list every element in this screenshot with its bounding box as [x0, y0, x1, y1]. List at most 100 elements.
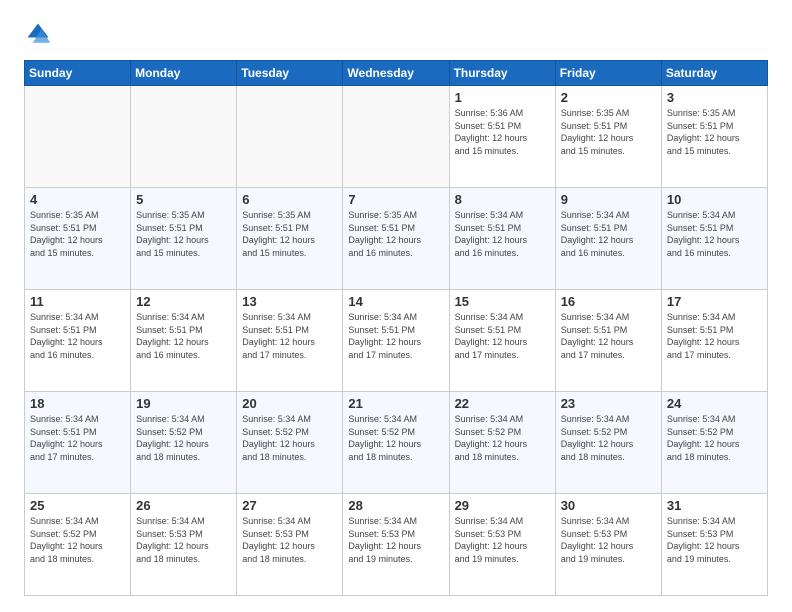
calendar-week-5: 25 Sunrise: 5:34 AMSunset: 5:52 PMDayligh…	[25, 494, 768, 596]
header	[24, 20, 768, 48]
calendar-cell	[237, 86, 343, 188]
day-number: 20	[242, 396, 337, 411]
calendar-cell: 9Sunrise: 5:34 AMSunset: 5:51 PMDaylight…	[555, 188, 661, 290]
calendar-header-row: SundayMondayTuesdayWednesdayThursdayFrid…	[25, 61, 768, 86]
day-number: 4	[30, 192, 125, 207]
day-header-friday: Friday	[555, 61, 661, 86]
day-number: 27	[242, 498, 337, 513]
day-info: Sunrise: 5:34 AMSunset: 5:53 PMDaylight:…	[455, 515, 550, 565]
day-number: 14	[348, 294, 443, 309]
calendar-cell: 10 Sunrise: 5:34 AMSunset: 5:51 PMDayligh…	[661, 188, 767, 290]
day-number: 19	[136, 396, 231, 411]
calendar-cell: 13 Sunrise: 5:34 AMSunset: 5:51 PMDayligh…	[237, 290, 343, 392]
calendar-cell: 3 Sunrise: 5:35 AMSunset: 5:51 PMDaylight…	[661, 86, 767, 188]
day-number: 6	[242, 192, 337, 207]
calendar-cell: 22 Sunrise: 5:34 AMSunset: 5:52 PMDayligh…	[449, 392, 555, 494]
calendar-cell: 28Sunrise: 5:34 AMSunset: 5:53 PMDayligh…	[343, 494, 449, 596]
day-info: Sunrise: 5:34 AMSunset: 5:51 PMDaylight:…	[667, 311, 762, 361]
calendar-cell: 20 Sunrise: 5:34 AMSunset: 5:52 PMDayligh…	[237, 392, 343, 494]
day-number: 1	[455, 90, 550, 105]
day-info: Sunrise: 5:34 AMSunset: 5:52 PMDaylight:…	[348, 413, 443, 463]
day-number: 10	[667, 192, 762, 207]
day-info: Sunrise: 5:34 AMSunset: 5:52 PMDaylight:…	[136, 413, 231, 463]
day-info: Sunrise: 5:34 AMSunset: 5:51 PMDaylight:…	[455, 209, 550, 259]
day-info: Sunrise: 5:34 AMSunset: 5:51 PMDaylight:…	[348, 311, 443, 361]
day-number: 29	[455, 498, 550, 513]
day-number: 3	[667, 90, 762, 105]
day-number: 17	[667, 294, 762, 309]
day-number: 11	[30, 294, 125, 309]
day-number: 13	[242, 294, 337, 309]
calendar-cell	[25, 86, 131, 188]
calendar-cell: 31Sunrise: 5:34 AMSunset: 5:53 PMDayligh…	[661, 494, 767, 596]
calendar-cell: 1 Sunrise: 5:36 AMSunset: 5:51 PMDaylight…	[449, 86, 555, 188]
day-info: Sunrise: 5:35 AMSunset: 5:51 PMDaylight:…	[348, 209, 443, 259]
day-info: Sunrise: 5:34 AMSunset: 5:53 PMDaylight:…	[242, 515, 337, 565]
day-header-thursday: Thursday	[449, 61, 555, 86]
day-number: 30	[561, 498, 656, 513]
day-number: 23	[561, 396, 656, 411]
day-info: Sunrise: 5:35 AMSunset: 5:51 PMDaylight:…	[30, 209, 125, 259]
calendar-cell: 23Sunrise: 5:34 AMSunset: 5:52 PMDayligh…	[555, 392, 661, 494]
day-header-saturday: Saturday	[661, 61, 767, 86]
calendar-cell: 5Sunrise: 5:35 AMSunset: 5:51 PMDaylight…	[131, 188, 237, 290]
day-number: 25	[30, 498, 125, 513]
calendar-cell: 11 Sunrise: 5:34 AMSunset: 5:51 PMDayligh…	[25, 290, 131, 392]
calendar-cell	[343, 86, 449, 188]
calendar-week-4: 18 Sunrise: 5:34 AMSunset: 5:51 PMDayligh…	[25, 392, 768, 494]
day-info: Sunrise: 5:34 AMSunset: 5:51 PMDaylight:…	[455, 311, 550, 361]
calendar-cell: 19 Sunrise: 5:34 AMSunset: 5:52 PMDayligh…	[131, 392, 237, 494]
day-number: 24	[667, 396, 762, 411]
calendar-table: SundayMondayTuesdayWednesdayThursdayFrid…	[24, 60, 768, 596]
day-info: Sunrise: 5:34 AMSunset: 5:52 PMDaylight:…	[242, 413, 337, 463]
day-info: Sunrise: 5:34 AMSunset: 5:51 PMDaylight:…	[136, 311, 231, 361]
day-number: 18	[30, 396, 125, 411]
day-number: 22	[455, 396, 550, 411]
day-info: Sunrise: 5:34 AMSunset: 5:53 PMDaylight:…	[348, 515, 443, 565]
calendar-cell: 6 Sunrise: 5:35 AMSunset: 5:51 PMDaylight…	[237, 188, 343, 290]
day-info: Sunrise: 5:34 AMSunset: 5:51 PMDaylight:…	[561, 311, 656, 361]
calendar-cell: 24Sunrise: 5:34 AMSunset: 5:52 PMDayligh…	[661, 392, 767, 494]
day-info: Sunrise: 5:35 AMSunset: 5:51 PMDaylight:…	[561, 107, 656, 157]
calendar-cell: 16 Sunrise: 5:34 AMSunset: 5:51 PMDayligh…	[555, 290, 661, 392]
day-header-wednesday: Wednesday	[343, 61, 449, 86]
day-number: 9	[561, 192, 656, 207]
calendar-cell: 12 Sunrise: 5:34 AMSunset: 5:51 PMDayligh…	[131, 290, 237, 392]
calendar-cell: 7Sunrise: 5:35 AMSunset: 5:51 PMDaylight…	[343, 188, 449, 290]
page: SundayMondayTuesdayWednesdayThursdayFrid…	[0, 0, 792, 612]
calendar-week-2: 4 Sunrise: 5:35 AMSunset: 5:51 PMDaylight…	[25, 188, 768, 290]
calendar-cell: 14 Sunrise: 5:34 AMSunset: 5:51 PMDayligh…	[343, 290, 449, 392]
day-number: 16	[561, 294, 656, 309]
day-info: Sunrise: 5:34 AMSunset: 5:52 PMDaylight:…	[30, 515, 125, 565]
logo-icon	[24, 20, 52, 48]
day-info: Sunrise: 5:34 AMSunset: 5:51 PMDaylight:…	[242, 311, 337, 361]
calendar-cell: 8Sunrise: 5:34 AMSunset: 5:51 PMDaylight…	[449, 188, 555, 290]
day-info: Sunrise: 5:34 AMSunset: 5:51 PMDaylight:…	[667, 209, 762, 259]
day-number: 12	[136, 294, 231, 309]
calendar-cell: 26 Sunrise: 5:34 AMSunset: 5:53 PMDayligh…	[131, 494, 237, 596]
day-header-monday: Monday	[131, 61, 237, 86]
calendar-cell: 27 Sunrise: 5:34 AMSunset: 5:53 PMDayligh…	[237, 494, 343, 596]
calendar-cell: 17 Sunrise: 5:34 AMSunset: 5:51 PMDayligh…	[661, 290, 767, 392]
calendar-week-3: 11 Sunrise: 5:34 AMSunset: 5:51 PMDayligh…	[25, 290, 768, 392]
calendar-cell: 30 Sunrise: 5:34 AMSunset: 5:53 PMDayligh…	[555, 494, 661, 596]
day-number: 2	[561, 90, 656, 105]
day-info: Sunrise: 5:35 AMSunset: 5:51 PMDaylight:…	[242, 209, 337, 259]
day-info: Sunrise: 5:34 AMSunset: 5:53 PMDaylight:…	[561, 515, 656, 565]
calendar-week-1: 1 Sunrise: 5:36 AMSunset: 5:51 PMDaylight…	[25, 86, 768, 188]
day-info: Sunrise: 5:34 AMSunset: 5:53 PMDaylight:…	[136, 515, 231, 565]
day-info: Sunrise: 5:34 AMSunset: 5:51 PMDaylight:…	[30, 311, 125, 361]
calendar-cell: 15 Sunrise: 5:34 AMSunset: 5:51 PMDayligh…	[449, 290, 555, 392]
day-info: Sunrise: 5:36 AMSunset: 5:51 PMDaylight:…	[455, 107, 550, 157]
day-number: 26	[136, 498, 231, 513]
day-number: 5	[136, 192, 231, 207]
calendar-cell: 21Sunrise: 5:34 AMSunset: 5:52 PMDayligh…	[343, 392, 449, 494]
logo	[24, 20, 56, 48]
calendar-cell: 29 Sunrise: 5:34 AMSunset: 5:53 PMDayligh…	[449, 494, 555, 596]
day-info: Sunrise: 5:34 AMSunset: 5:51 PMDaylight:…	[30, 413, 125, 463]
day-info: Sunrise: 5:35 AMSunset: 5:51 PMDaylight:…	[667, 107, 762, 157]
day-number: 15	[455, 294, 550, 309]
day-info: Sunrise: 5:34 AMSunset: 5:52 PMDaylight:…	[455, 413, 550, 463]
day-number: 31	[667, 498, 762, 513]
calendar-cell: 18 Sunrise: 5:34 AMSunset: 5:51 PMDayligh…	[25, 392, 131, 494]
